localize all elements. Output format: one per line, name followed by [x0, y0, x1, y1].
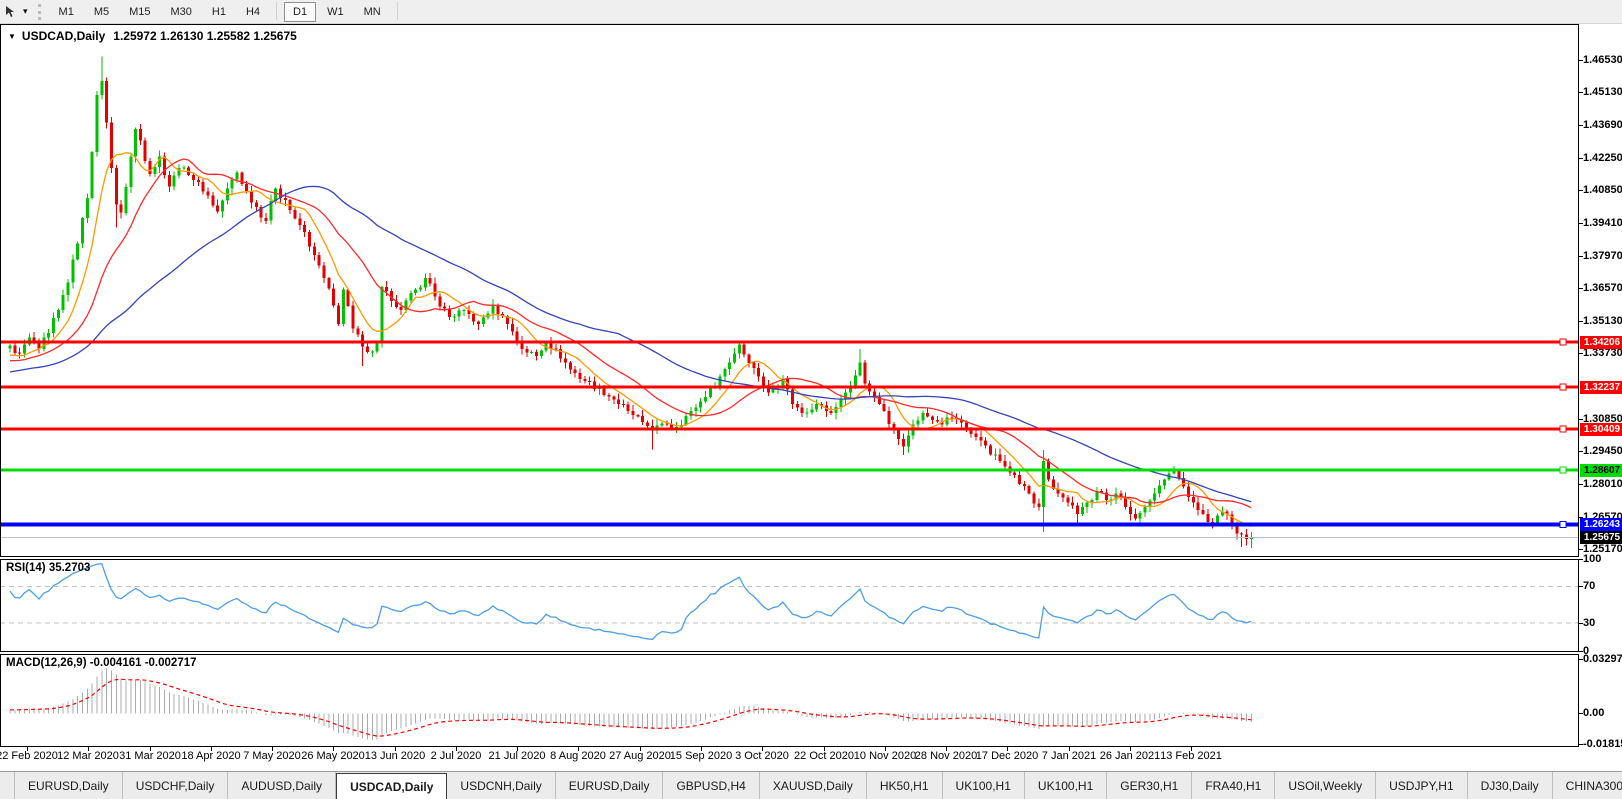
- chart-tab-bar: EURUSD,Daily USDCHF,Daily AUDUSD,Daily USDC…: [0, 771, 1622, 799]
- price-tick-label: 1.39410: [1583, 217, 1622, 229]
- date-tick-label: 2 Jul 2020: [430, 750, 482, 762]
- toolbar-separator: [276, 1, 278, 20]
- tab-usdchf-daily[interactable]: USDCHF,Daily: [123, 772, 229, 799]
- macd-tick-label: -0.018154: [1583, 738, 1622, 750]
- tab-uk100-h1[interactable]: UK100,H1: [1025, 772, 1108, 799]
- toolbar-separator: [396, 1, 398, 20]
- rsi-label: RSI(14) 35.2703: [6, 562, 91, 574]
- level-price-badge: 1.26243: [1580, 518, 1622, 531]
- price-tick-label: 1.28010: [1583, 478, 1622, 490]
- rsi-panel-chart[interactable]: [0, 559, 1578, 651]
- date-tick-label: 15 Sep 2020: [669, 750, 733, 762]
- chart-ohlc-values: 1.25972 1.26130 1.25582 1.25675: [113, 29, 297, 43]
- tab-dj30-daily[interactable]: DJ30,Daily: [1468, 772, 1553, 799]
- date-tick-label: 21 Jul 2020: [488, 750, 546, 762]
- price-tick-label: 1.35130: [1583, 315, 1622, 327]
- date-tick-label: 22 Feb 2020: [0, 750, 58, 762]
- level-price-badge: 1.34206: [1580, 336, 1622, 349]
- date-tick-label: 17 Dec 2020: [975, 750, 1039, 762]
- timeframe-button-m15[interactable]: M15: [120, 2, 159, 22]
- date-tick-label: 12 Mar 2020: [57, 750, 119, 762]
- date-tick-label: 3 Oct 2020: [735, 750, 789, 762]
- timeframe-button-mn[interactable]: MN: [355, 2, 390, 22]
- current-price-badge: 1.25675: [1580, 531, 1622, 544]
- date-tick-label: 18 Apr 2020: [181, 750, 241, 762]
- date-tick-label: 10 Nov 2020: [853, 750, 917, 762]
- tab-hk50-h1[interactable]: HK50,H1: [867, 772, 943, 799]
- date-tick-label: 28 Nov 2020: [914, 750, 978, 762]
- macd-panel-chart[interactable]: [0, 654, 1578, 746]
- price-tick-label: 1.42250: [1583, 152, 1622, 164]
- rsi-tick-label: 30: [1583, 617, 1596, 629]
- price-tick-label: 1.29450: [1583, 445, 1622, 457]
- macd-tick-label: 0.032972: [1583, 653, 1622, 665]
- tab-uk100-h1[interactable]: UK100,H1: [943, 772, 1025, 799]
- chart-title: ▼ USDCAD,Daily 1.25972 1.26130 1.25582 1…: [8, 29, 297, 43]
- level-price-badge: 1.30409: [1580, 423, 1622, 436]
- cursor-icon: [6, 5, 14, 17]
- date-tick-label: 7 May 2020: [243, 750, 301, 762]
- timeframe-button-w1[interactable]: W1: [318, 2, 353, 22]
- price-chart[interactable]: [0, 24, 1578, 556]
- tab-xauusd-daily[interactable]: XAUUSD,Daily: [760, 772, 867, 799]
- date-tick-label: 22 Oct 2020: [794, 750, 854, 762]
- chart-mode-button[interactable]: ▾: [4, 5, 28, 19]
- date-tick-label: 8 Aug 2020: [550, 750, 606, 762]
- tab-ger30-h1[interactable]: GER30,H1: [1107, 772, 1193, 799]
- timeframe-button-d1[interactable]: D1: [284, 1, 317, 22]
- timeframe-group: M1 M5 M15 M30 H1 H4 D1 W1 MN: [49, 1, 404, 22]
- timeframe-button-h1[interactable]: H1: [203, 2, 235, 22]
- macd-label: MACD(12,26,9) -0.004161 -0.002717: [6, 657, 197, 669]
- timeframe-button-m5[interactable]: M5: [85, 2, 118, 22]
- tab-eurusd-daily[interactable]: EURUSD,Daily: [556, 772, 664, 799]
- date-tick-label: 26 Jan 2021: [1099, 750, 1161, 762]
- timeframe-button-m1[interactable]: M1: [50, 2, 83, 22]
- price-tick-label: 1.45130: [1583, 86, 1622, 98]
- timeframe-button-m30[interactable]: M30: [162, 2, 201, 22]
- price-tick-label: 1.46530: [1583, 54, 1622, 66]
- chevron-down-icon[interactable]: ▾: [23, 6, 28, 17]
- timeframe-button-h4[interactable]: H4: [237, 2, 269, 22]
- level-price-badge: 1.28607: [1580, 464, 1622, 477]
- collapse-icon[interactable]: ▼: [8, 32, 16, 41]
- tab-audusd-daily[interactable]: AUDUSD,Daily: [228, 772, 337, 799]
- toolbar-grip[interactable]: [37, 3, 41, 20]
- tab-eurusd-daily[interactable]: EURUSD,Daily: [14, 772, 123, 799]
- date-tick-label: 7 Jan 2021: [1041, 750, 1097, 762]
- tab-china300-h1[interactable]: CHINA300,H1: [1553, 772, 1622, 799]
- price-tick-label: 1.43690: [1583, 119, 1622, 131]
- date-tick-label: 27 Aug 2020: [609, 750, 671, 762]
- date-tick-label: 13 Jun 2020: [364, 750, 426, 762]
- price-tick-label: 1.37970: [1583, 250, 1622, 262]
- date-tick-label: 26 May 2020: [301, 750, 365, 762]
- rsi-tick-label: 70: [1583, 580, 1596, 592]
- tab-usdjpy-h1[interactable]: USDJPY,H1: [1376, 772, 1468, 799]
- tab-usdcad-daily[interactable]: USDCAD,Daily: [336, 773, 448, 799]
- rsi-tick-label: 100: [1583, 553, 1602, 565]
- macd-tick-label: 0.00: [1583, 707, 1605, 719]
- date-tick-label: 13 Feb 2021: [1160, 750, 1222, 762]
- tab-usdcnh-daily[interactable]: USDCNH,Daily: [447, 772, 556, 799]
- level-price-badge: 1.32237: [1580, 381, 1622, 394]
- tab-gbpusd-h4[interactable]: GBPUSD,H4: [663, 772, 760, 799]
- price-tick-label: 1.40850: [1583, 184, 1622, 196]
- timeframe-toolbar: ▾ M1 M5 M15 M30 H1 H4 D1 W1 MN: [0, 0, 1622, 24]
- tab-fra40-h1[interactable]: FRA40,H1: [1192, 772, 1276, 799]
- date-tick-label: 31 Mar 2020: [119, 750, 181, 762]
- price-tick-label: 1.36570: [1583, 282, 1622, 294]
- tab-usoil-weekly[interactable]: USOil,Weekly: [1275, 772, 1377, 799]
- chart-symbol-label: USDCAD,Daily: [21, 29, 106, 43]
